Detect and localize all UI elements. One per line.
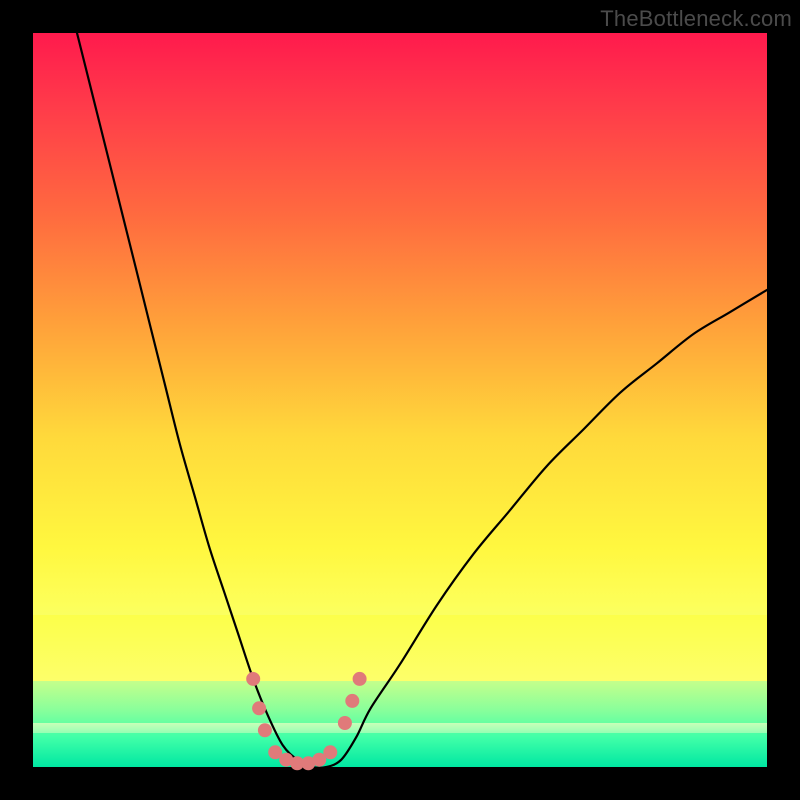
plot-area xyxy=(33,33,767,767)
trough-marker xyxy=(353,672,367,686)
trough-markers xyxy=(246,672,366,770)
trough-marker xyxy=(252,701,266,715)
trough-marker xyxy=(258,723,272,737)
trough-marker xyxy=(345,694,359,708)
curve-layer xyxy=(33,33,767,767)
watermark-text: TheBottleneck.com xyxy=(600,6,792,32)
chart-frame: TheBottleneck.com xyxy=(0,0,800,800)
trough-marker xyxy=(338,716,352,730)
bottleneck-curve xyxy=(77,33,767,768)
trough-marker xyxy=(246,672,260,686)
trough-marker xyxy=(323,745,337,759)
